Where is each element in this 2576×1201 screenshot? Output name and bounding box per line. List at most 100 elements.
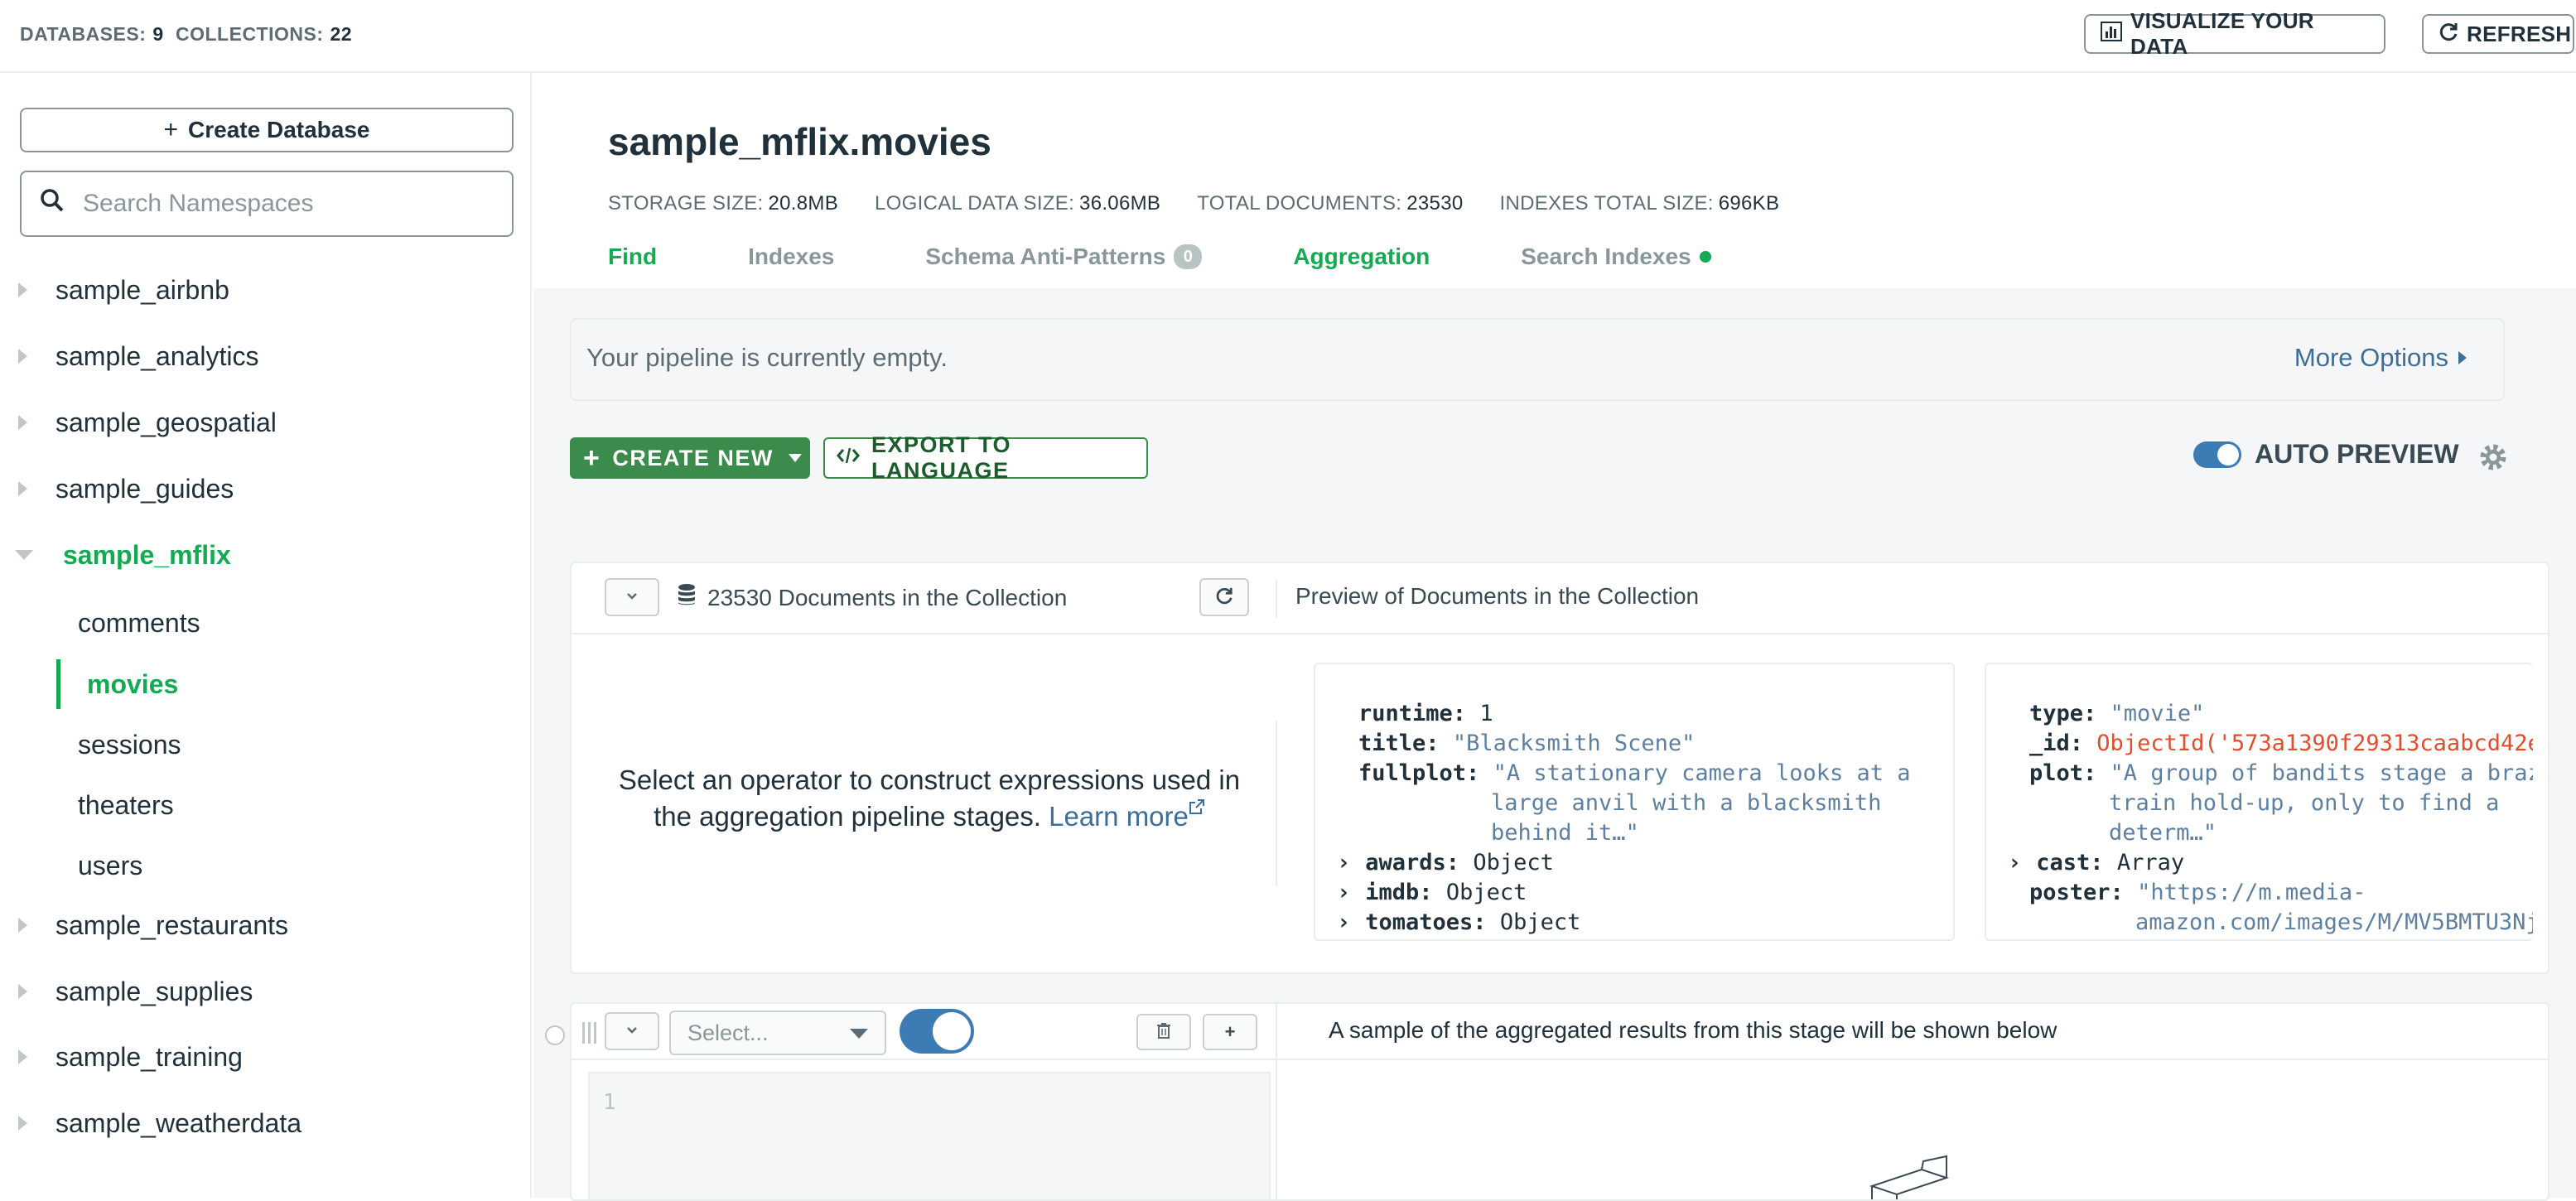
expandable-field[interactable]: › awards: Object: [1337, 848, 1554, 878]
page-title: sample_mflix.movies: [608, 120, 991, 163]
tab-find[interactable]: Find: [608, 244, 657, 270]
divider: [1277, 1059, 2548, 1060]
create-new-button[interactable]: + CREATE NEW: [570, 437, 810, 479]
tab-label: Aggregation: [1293, 244, 1430, 269]
caret-right-icon: [18, 282, 27, 297]
logical-size-label: LOGICAL DATA SIZE:: [875, 192, 1075, 215]
learn-more-link[interactable]: Learn more: [1049, 799, 1205, 832]
total-docs-stat: TOTAL DOCUMENTS: 23530: [1197, 192, 1463, 215]
sample-results-text: A sample of the aggregated results from …: [1329, 1017, 2057, 1043]
tab-indexes[interactable]: Indexes: [748, 244, 834, 270]
chevron-down-icon: [626, 1024, 638, 1039]
total-docs-value: 23530: [1406, 192, 1464, 215]
create-database-button[interactable]: + Create Database: [20, 108, 514, 152]
field-value: "Blacksmith Scene": [1452, 731, 1696, 756]
sidebar-collection-comments[interactable]: comments: [56, 598, 528, 648]
sidebar-db-sample-mflix[interactable]: sample_mflix: [0, 530, 530, 580]
databases-label: DATABASES:: [20, 23, 147, 45]
databases-count: 9: [152, 23, 164, 45]
caret-right-icon: [18, 349, 27, 364]
auto-preview-toggle[interactable]: [2193, 441, 2241, 468]
sidebar-db-sample-restaurants[interactable]: sample_restaurants: [0, 900, 530, 950]
export-to-language-button[interactable]: EXPORT TO LANGUAGE: [823, 432, 1148, 483]
add-stage-button[interactable]: +: [1203, 1014, 1257, 1050]
field-value: "A stationary camera looks at a: [1493, 760, 1911, 786]
db-label: sample_mflix: [63, 539, 231, 570]
logical-size-stat: LOGICAL DATA SIZE: 36.06MB: [875, 192, 1160, 215]
collection-tabs: Find Indexes Schema Anti-Patterns 0 Aggre…: [608, 244, 1802, 270]
db-label: sample_restaurants: [55, 909, 289, 940]
create-new-label: CREATE NEW: [612, 445, 774, 470]
sidebar-db-sample-weatherdata[interactable]: sample_weatherdata: [0, 1098, 530, 1148]
field-value: "movie": [2110, 701, 2205, 726]
tab-search-indexes[interactable]: Search Indexes: [1521, 244, 1711, 270]
db-label: sample_weatherdata: [55, 1107, 302, 1138]
sidebar-db-sample-guides[interactable]: sample_guides: [0, 464, 530, 514]
caret-right-icon: [18, 1116, 27, 1131]
database-icon: [678, 583, 696, 612]
refresh-icon: [2439, 22, 2458, 47]
expandable-field[interactable]: › imdb: Object: [1337, 878, 1527, 908]
expandable-field[interactable]: › tomatoes: Object: [1337, 908, 1580, 938]
expandable-field[interactable]: › cast: Array: [2008, 848, 2184, 878]
db-label: sample_supplies: [55, 976, 253, 1006]
sidebar-db-sample-supplies[interactable]: sample_supplies: [0, 967, 530, 1016]
sidebar-db-sample-training[interactable]: sample_training: [0, 1032, 530, 1082]
refresh-icon: [1215, 586, 1233, 609]
sidebar-collection-sessions[interactable]: sessions: [56, 720, 528, 769]
tab-label: Indexes: [748, 244, 835, 269]
chevron-right-icon: ›: [1337, 909, 1351, 935]
field-key: _id:: [2029, 731, 2084, 756]
field-value: "https://m.media-: [2137, 880, 2366, 905]
sidebar-collection-theaters[interactable]: theaters: [56, 780, 528, 830]
pipeline-stage-card: Select... + A sample of the aggregated r…: [570, 1002, 2549, 1201]
search-namespaces-input[interactable]: Search Namespaces: [20, 171, 514, 237]
visualize-data-button[interactable]: VISUALIZE YOUR DATA: [2084, 8, 2385, 59]
caret-right-icon: [18, 481, 27, 496]
collapse-stage-button[interactable]: [605, 1012, 659, 1050]
tab-schema-anti-patterns[interactable]: Schema Anti-Patterns 0: [925, 244, 1203, 270]
field-key: title:: [1358, 731, 1440, 756]
field-key: tomatoes:: [1365, 909, 1487, 935]
search-placeholder: Search Namespaces: [83, 190, 314, 217]
collection-header: sample_mflix.movies STORAGE SIZE: 20.8MB …: [533, 73, 2576, 288]
document-count: 23530 Documents in the Collection: [678, 583, 1067, 612]
pipeline-empty-text: Your pipeline is currently empty.: [586, 343, 948, 372]
databases-stat: DATABASES: 9: [20, 23, 164, 46]
visualize-label: VISUALIZE YOUR DATA: [2130, 8, 2314, 59]
stage-code-editor[interactable]: 1: [588, 1072, 1271, 1199]
collections-count: 22: [330, 23, 353, 45]
sidebar-db-sample-airbnb[interactable]: sample_airbnb: [0, 265, 530, 315]
collapse-stage-button[interactable]: [605, 578, 659, 616]
db-label: sample_training: [55, 1041, 243, 1072]
refresh-button[interactable]: REFRESH: [2422, 14, 2574, 54]
tab-aggregation[interactable]: Aggregation: [1293, 244, 1430, 270]
caret-right-icon: [2458, 351, 2467, 364]
storage-size-stat: STORAGE SIZE: 20.8MB: [608, 192, 838, 215]
sidebar-collection-movies[interactable]: movies: [56, 659, 528, 709]
more-options-link[interactable]: More Options: [2294, 343, 2467, 373]
field-value-continued: train hold-up, only to find a: [2109, 790, 2500, 816]
refresh-label: REFRESH: [2467, 21, 2572, 46]
delete-stage-button[interactable]: [1136, 1014, 1191, 1050]
trash-icon: [1156, 1022, 1171, 1043]
stage-enabled-toggle[interactable]: [900, 1009, 974, 1054]
drag-handle-icon[interactable]: [580, 1020, 600, 1045]
sidebar-db-sample-analytics[interactable]: sample_analytics: [0, 331, 530, 381]
sidebar-db-sample-geospatial[interactable]: sample_geospatial: [0, 398, 530, 447]
pipeline-summary-bar: Your pipeline is currently empty. More O…: [570, 318, 2505, 401]
code-icon: [837, 446, 860, 471]
stage-connector-icon: [545, 1025, 565, 1045]
export-label: EXPORT TO LANGUAGE: [871, 432, 1012, 483]
tab-label: Search Indexes: [1521, 244, 1691, 269]
refresh-documents-button[interactable]: [1199, 578, 1249, 616]
stage-operator-select[interactable]: Select...: [669, 1010, 886, 1055]
storage-size-label: STORAGE SIZE:: [608, 192, 764, 215]
plus-icon: +: [1224, 1021, 1236, 1042]
gear-icon[interactable]: [2477, 441, 2510, 474]
external-link-icon: [1189, 799, 1205, 832]
indexes-size-label: INDEXES TOTAL SIZE:: [1499, 192, 1714, 215]
sidebar-collection-users[interactable]: users: [56, 841, 528, 890]
field-key: fullplot:: [1358, 760, 1480, 786]
collection-label: sessions: [78, 729, 181, 760]
